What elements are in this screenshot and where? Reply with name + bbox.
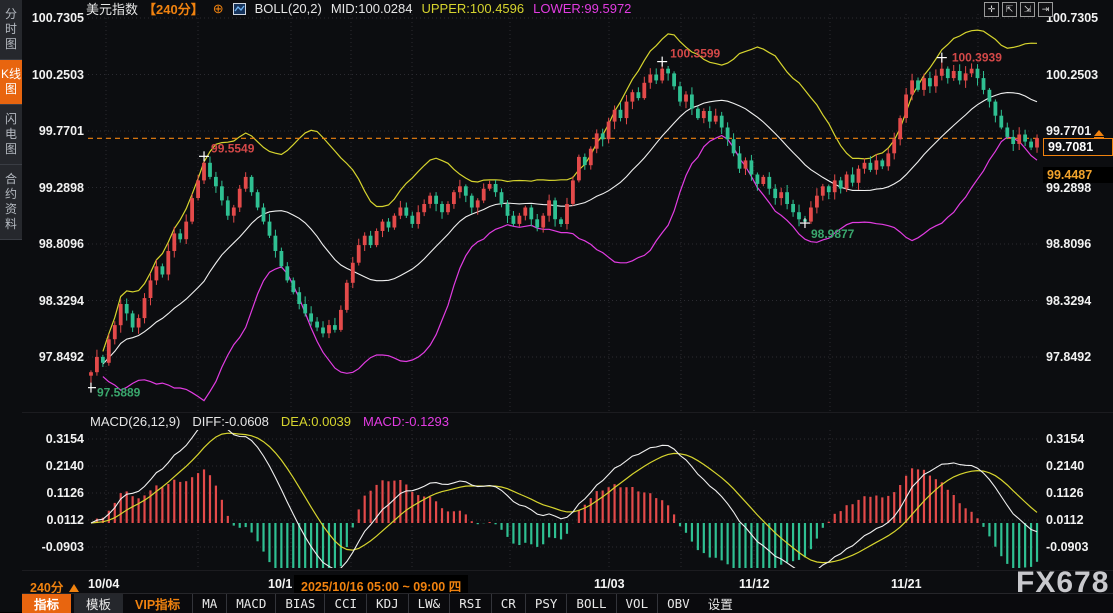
date-label: 10/04 — [88, 577, 119, 591]
axis-tick-label: 0.0112 — [28, 513, 84, 527]
toolbar-item-LW&[interactable]: LW& — [408, 594, 450, 613]
zoom-x-in-icon[interactable]: ⇱ — [1002, 2, 1017, 17]
date-label: 10/1 — [268, 577, 292, 591]
sidebar-tab-3[interactable]: 闪电图 — [0, 105, 22, 165]
bar-time-tooltip: 2025/10/16 05:00 ~ 09:00 四 — [294, 575, 468, 593]
axis-tick-label: 0.0112 — [1046, 513, 1084, 527]
axis-tick-label: 0.3154 — [1046, 432, 1084, 446]
macd-diff-readout: DIFF:-0.0608 — [192, 414, 269, 429]
boll-lower-readout: LOWER:99.5972 — [533, 1, 631, 16]
macd-hist-readout: MACD:-0.1293 — [363, 414, 449, 429]
axis-tick-label: 0.2140 — [1046, 459, 1084, 473]
secondary-price-tag: 99.4487 — [1043, 167, 1113, 183]
toolbar-item-VIP指标[interactable]: VIP指标 — [123, 594, 192, 613]
price-marker-icon — [1094, 130, 1104, 136]
axis-tick-label: 100.7305 — [1046, 11, 1098, 25]
toolbar-item-指标[interactable]: 指标 — [22, 594, 71, 613]
axis-tick-label: 0.1126 — [28, 486, 84, 500]
sidebar-tab-2[interactable]: K线图 — [0, 60, 22, 105]
date-label: 11/21 — [891, 577, 922, 591]
period-dropdown-icon — [69, 584, 79, 592]
axis-tick-label: -0.0903 — [1046, 540, 1088, 554]
toolbar-item-VOL[interactable]: VOL — [616, 594, 658, 613]
date-label: 11/12 — [739, 577, 770, 591]
macd-chart-canvas[interactable] — [88, 430, 1040, 568]
extreme-value-label: 100.3939 — [952, 51, 1002, 65]
toolbar-item-MACD[interactable]: MACD — [226, 594, 275, 613]
crosshair-tool-icon[interactable]: ✛ — [984, 2, 999, 17]
reset-view-icon[interactable]: ⇥ — [1038, 2, 1053, 17]
toolbar-item-CCI[interactable]: CCI — [324, 594, 366, 613]
time-axis: 240分 10/0410/12411/0311/1211/21 2025/10/… — [0, 575, 1113, 593]
period-tag: 【240分】 — [143, 0, 204, 18]
toolbar-item-MA[interactable]: MA — [192, 594, 226, 613]
axis-tick-label: 98.8096 — [28, 237, 84, 251]
main-chart-canvas[interactable]: 97.5889 99.5549 100.3599 98.9877 100.3939 — [88, 14, 1040, 412]
sidebar-tab-4[interactable]: 合约资料 — [0, 165, 22, 240]
axis-tick-label: 99.2898 — [28, 181, 84, 195]
toolbar-item-BIAS[interactable]: BIAS — [275, 594, 324, 613]
current-price-tag: 99.7081 — [1043, 138, 1113, 156]
symbol-title: 美元指数 — [86, 0, 138, 18]
axis-tick-label: 98.3294 — [28, 294, 84, 308]
toolbar-item-PSY[interactable]: PSY — [525, 594, 567, 613]
toolbar-item-CR[interactable]: CR — [491, 594, 525, 613]
axis-tick-label: 99.7701 — [28, 124, 84, 138]
toolbar-item-设置[interactable]: 设置 — [699, 594, 742, 613]
macd-dea-readout: DEA:0.0039 — [281, 414, 351, 429]
axis-tick-label: 98.3294 — [1046, 294, 1091, 308]
boll-mid-readout: MID:100.0284 — [331, 1, 413, 16]
panel-divider — [22, 570, 1113, 571]
axis-tick-label: 97.8492 — [1046, 350, 1091, 364]
extreme-value-label: 98.9877 — [811, 227, 855, 241]
axis-tick-label: 100.2503 — [28, 68, 84, 82]
toolbar-item-模板[interactable]: 模板 — [74, 594, 123, 613]
window-tool-icons: ✛⇱⇲⇥ — [984, 2, 1053, 17]
axis-tick-label: 98.8096 — [1046, 237, 1091, 251]
axis-tick-label: 99.7701 — [1046, 124, 1091, 138]
axis-tick-label: 0.2140 — [28, 459, 84, 473]
axis-tick-label: -0.0903 — [28, 540, 84, 554]
axis-tick-label: 100.7305 — [28, 11, 84, 25]
extreme-value-label: 100.3599 — [670, 47, 720, 61]
watermark: FX678 — [1016, 566, 1109, 600]
chart-header: 美元指数 【240分】 ⊕ BOLL(20,2) MID:100.0284 UP… — [86, 1, 631, 16]
left-tab-bar: 分时图K线图闪电图合约资料 — [0, 0, 22, 612]
toolbar-item-BOLL[interactable]: BOLL — [566, 594, 615, 613]
toolbar-item-OBV[interactable]: OBV — [657, 594, 699, 613]
axis-tick-label: 0.3154 — [28, 432, 84, 446]
panel-divider — [22, 412, 1113, 413]
zoom-x-out-icon[interactable]: ⇲ — [1020, 2, 1035, 17]
axis-tick-label: 100.2503 — [1046, 68, 1098, 82]
axis-tick-label: 97.8492 — [28, 350, 84, 364]
boll-label: BOLL(20,2) — [255, 1, 322, 16]
boll-upper-readout: UPPER:100.4596 — [422, 1, 525, 16]
axis-tick-label: 0.1126 — [1046, 486, 1084, 500]
indicator-chart-icon — [233, 3, 246, 15]
toolbar-item-KDJ[interactable]: KDJ — [366, 594, 408, 613]
macd-header: MACD(26,12,9) DIFF:-0.0608 DEA:0.0039 MA… — [90, 414, 449, 429]
sidebar-tab-1[interactable]: 分时图 — [0, 0, 22, 60]
toolbar-item-RSI[interactable]: RSI — [449, 594, 491, 613]
indicator-toolbar: 指标模板VIP指标MAMACDBIASCCIKDJLW&RSICRPSYBOLL… — [22, 593, 1113, 613]
chart-window: 分时图K线图闪电图合约资料 美元指数 【240分】 ⊕ BOLL(20,2) M… — [0, 0, 1113, 612]
macd-title: MACD(26,12,9) — [90, 414, 180, 429]
extreme-value-label: 97.5889 — [97, 386, 141, 400]
date-label: 11/03 — [594, 577, 625, 591]
add-indicator-icon[interactable]: ⊕ — [213, 1, 224, 17]
extreme-value-label: 99.5549 — [211, 141, 255, 155]
